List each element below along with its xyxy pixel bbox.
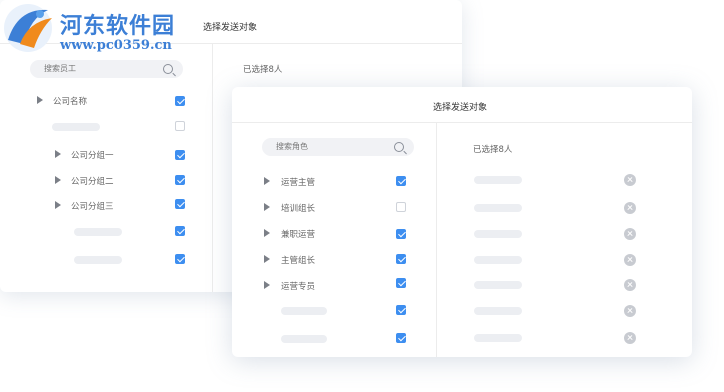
placeholder-row [281, 307, 327, 315]
remove-icon[interactable] [624, 174, 636, 186]
tree-item-label: 公司分组三 [71, 202, 114, 212]
expand-arrow-icon[interactable] [55, 150, 61, 158]
expand-arrow-icon[interactable] [37, 96, 43, 104]
dialog-title: 选择发送对象 [433, 103, 488, 113]
role-item-label: 主管组长 [281, 256, 316, 266]
tree-item-checkbox[interactable] [175, 175, 185, 185]
dialog-title: 选择发送对象 [203, 23, 258, 33]
role-search-input[interactable]: 搜索角色 [262, 138, 414, 156]
expand-arrow-icon[interactable] [264, 281, 270, 289]
selected-count: 已选择8人 [243, 65, 283, 75]
search-placeholder: 搜索员工 [44, 64, 76, 73]
logo-icon [4, 4, 52, 52]
placeholder-row [281, 335, 327, 343]
tree-item-checkbox[interactable] [175, 96, 185, 106]
remove-icon[interactable] [624, 305, 636, 317]
tree-item-label: 公司分组二 [71, 177, 114, 187]
remove-icon[interactable] [624, 279, 636, 291]
placeholder-row [74, 228, 122, 236]
role-item-label: 运营专员 [281, 282, 316, 292]
selected-item [474, 256, 522, 264]
expand-arrow-icon[interactable] [55, 201, 61, 209]
search-icon[interactable] [163, 64, 173, 74]
search-placeholder: 搜索角色 [276, 142, 308, 151]
selected-item [474, 334, 522, 342]
remove-icon[interactable] [624, 332, 636, 344]
watermark-logo: 河东软件园 www.pc0359.cn [0, 0, 202, 56]
remove-icon[interactable] [624, 228, 636, 240]
tree-item-label: 公司名称 [53, 97, 88, 107]
divider [436, 122, 437, 357]
expand-arrow-icon[interactable] [264, 203, 270, 211]
role-item-checkbox[interactable] [396, 278, 406, 288]
selected-item [474, 204, 522, 212]
selected-count: 已选择8人 [473, 145, 513, 155]
tree-item-checkbox[interactable] [175, 226, 185, 236]
placeholder-row [52, 123, 100, 131]
divider [212, 43, 213, 292]
selected-item [474, 281, 522, 289]
role-item-label: 培训组长 [281, 204, 316, 214]
role-item-label: 兼职运营 [281, 230, 316, 240]
tree-item-label: 公司分组一 [71, 151, 114, 161]
placeholder-row [74, 256, 122, 264]
tree-item-checkbox[interactable] [175, 150, 185, 160]
expand-arrow-icon[interactable] [264, 229, 270, 237]
tree-item-checkbox[interactable] [175, 199, 185, 209]
logo-name: 河东软件园 [60, 13, 176, 39]
selected-item [474, 230, 522, 238]
search-icon[interactable] [394, 142, 404, 152]
selected-item [474, 176, 522, 184]
role-item-label: 运营主管 [281, 178, 316, 188]
expand-arrow-icon[interactable] [264, 177, 270, 185]
tree-item-checkbox[interactable] [175, 254, 185, 264]
role-item-checkbox[interactable] [396, 229, 406, 239]
remove-icon[interactable] [624, 254, 636, 266]
role-item-checkbox[interactable] [396, 333, 406, 343]
front-dialog: 选择发送对象 搜索角色 已选择8人 运营主管 培训组长 兼职运营 主管组长 运营… [232, 87, 692, 357]
employee-search-input[interactable]: 搜索员工 [30, 60, 183, 78]
role-item-checkbox[interactable] [396, 202, 406, 212]
role-item-checkbox[interactable] [396, 254, 406, 264]
divider [232, 122, 692, 123]
tree-item-checkbox[interactable] [175, 121, 185, 131]
remove-icon[interactable] [624, 202, 636, 214]
expand-arrow-icon[interactable] [55, 176, 61, 184]
role-item-checkbox[interactable] [396, 305, 406, 315]
selected-item [474, 307, 522, 315]
role-item-checkbox[interactable] [396, 176, 406, 186]
expand-arrow-icon[interactable] [264, 255, 270, 263]
logo-url: www.pc0359.cn [60, 38, 172, 53]
